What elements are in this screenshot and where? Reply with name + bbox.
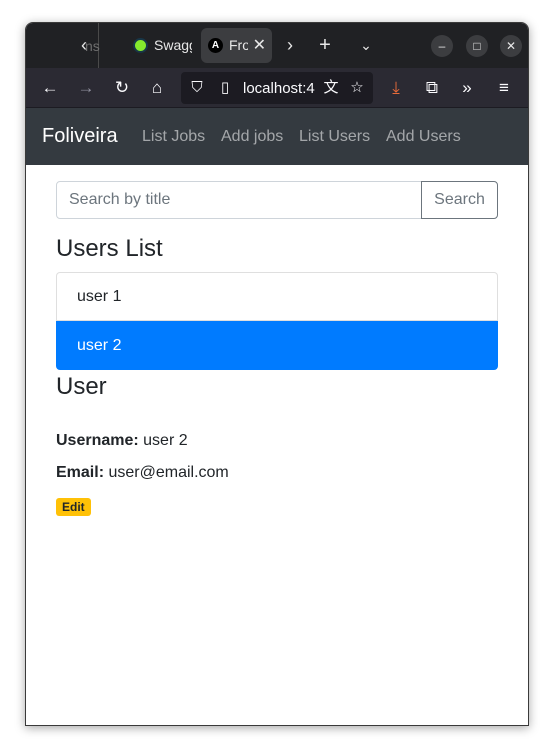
- nav-list-users[interactable]: List Users: [299, 128, 370, 146]
- translate-icon[interactable]: 文: [321, 77, 341, 99]
- scroll-tabs-left-icon[interactable]: ‹: [73, 34, 95, 56]
- user-detail-title: User: [56, 373, 107, 400]
- tab-label: Frontend: [229, 37, 248, 53]
- url-bar[interactable]: ⛉ ▯ localhost:4200/users 文 ☆: [181, 72, 373, 104]
- email-value: user@email.com: [108, 464, 229, 481]
- username-value: user 2: [143, 432, 188, 449]
- tab-strip: ns ‹ Swagger UI A Frontend ✕ › + ⌄ – □ ✕: [26, 23, 528, 68]
- download-icon[interactable]: ⤓: [385, 77, 407, 99]
- page-icon[interactable]: ▯: [215, 77, 235, 99]
- edit-button[interactable]: Edit: [56, 498, 91, 516]
- username-row: Username: user 2: [56, 432, 188, 450]
- nav-add-jobs[interactable]: Add jobs: [221, 128, 283, 146]
- url-text[interactable]: localhost:4200/users: [243, 80, 315, 97]
- username-label: Username:: [56, 432, 139, 449]
- search-button[interactable]: Search: [421, 181, 498, 219]
- browser-window: ns ‹ Swagger UI A Frontend ✕ › + ⌄ – □ ✕…: [25, 22, 529, 726]
- back-icon[interactable]: ←: [39, 77, 61, 99]
- list-item[interactable]: user 1: [56, 272, 498, 321]
- bookmark-star-icon[interactable]: ☆: [347, 77, 367, 99]
- menu-icon[interactable]: ≡: [493, 77, 515, 99]
- navbar-brand[interactable]: Foliveira: [42, 125, 118, 148]
- home-icon[interactable]: ⌂: [146, 77, 168, 99]
- app-navbar: Foliveira List Jobs Add jobs List Users …: [26, 108, 528, 165]
- tab-frontend[interactable]: A Frontend ✕: [201, 28, 272, 63]
- new-tab-icon[interactable]: +: [314, 34, 336, 56]
- nav-add-users[interactable]: Add Users: [386, 128, 461, 146]
- browser-toolbar: ← → ↻ ⌂ ⛉ ▯ localhost:4200/users 文 ☆ ⤓ ⧉…: [26, 68, 528, 108]
- swagger-icon: [133, 38, 148, 53]
- email-row: Email: user@email.com: [56, 464, 229, 482]
- angular-icon: A: [208, 38, 223, 53]
- minimize-icon[interactable]: –: [431, 35, 453, 57]
- more-tools-icon[interactable]: »: [456, 77, 478, 99]
- maximize-icon[interactable]: □: [466, 35, 488, 57]
- list-item-active[interactable]: user 2: [56, 321, 498, 370]
- shield-icon[interactable]: ⛉: [187, 77, 207, 99]
- email-label: Email:: [56, 464, 105, 481]
- forward-icon[interactable]: →: [75, 77, 97, 99]
- users-list-title: Users List: [56, 235, 163, 262]
- tab-label: Swagger UI: [154, 37, 192, 53]
- nav-list-jobs[interactable]: List Jobs: [142, 128, 205, 146]
- search-input[interactable]: [56, 181, 422, 219]
- scroll-tabs-right-icon[interactable]: ›: [279, 34, 301, 56]
- reload-icon[interactable]: ↻: [111, 77, 133, 99]
- users-list: user 1 user 2: [56, 272, 498, 370]
- tab-swagger[interactable]: Swagger UI: [126, 28, 192, 63]
- close-tab-icon[interactable]: ✕: [253, 28, 266, 63]
- close-window-icon[interactable]: ✕: [500, 35, 522, 57]
- list-all-tabs-icon[interactable]: ⌄: [355, 34, 377, 56]
- extensions-icon[interactable]: ⧉: [421, 77, 443, 99]
